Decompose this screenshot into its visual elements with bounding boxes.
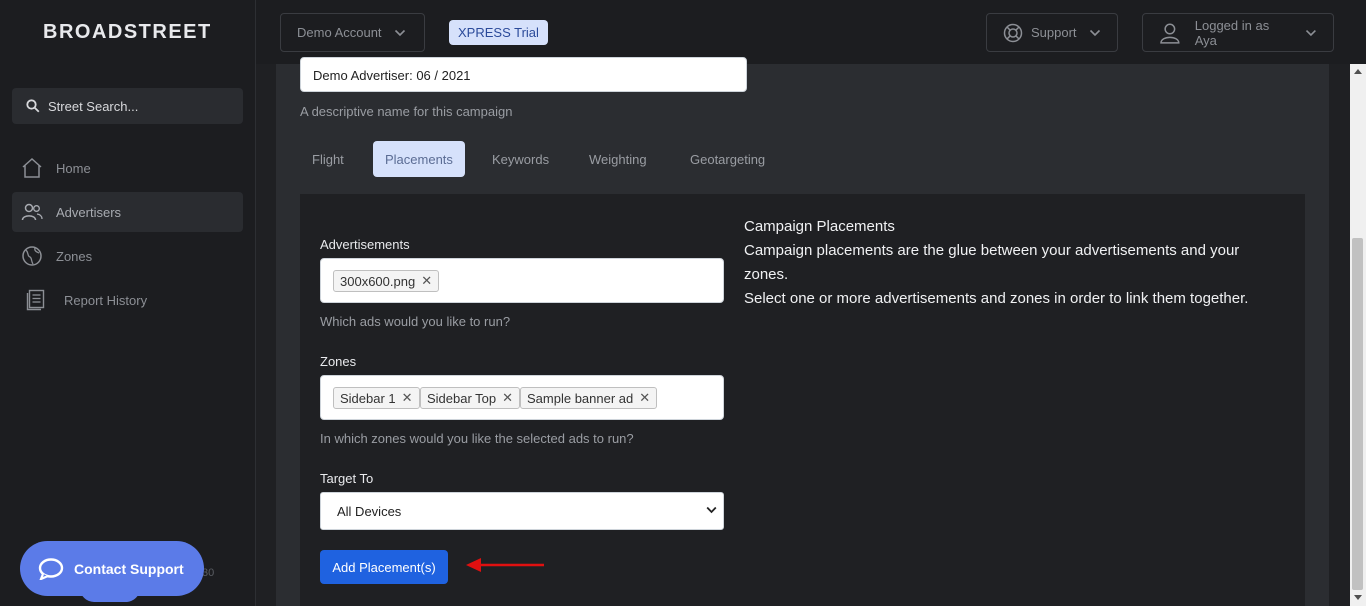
sidebar-item-zones[interactable]: Zones (12, 236, 243, 276)
street-search-input[interactable] (48, 98, 228, 114)
campaign-name-input[interactable]: Demo Advertiser: 06 / 2021 (300, 57, 747, 92)
sidebar-item-report-history[interactable]: Report History (12, 280, 243, 320)
chevron-down-icon (394, 29, 405, 36)
report-icon (24, 288, 48, 312)
sidebar-item-label: Zones (56, 248, 93, 264)
tab-flight[interactable]: Flight (300, 141, 356, 177)
sidebar-item-label: Advertisers (56, 204, 122, 220)
remove-tag-icon[interactable]: ✕ (421, 273, 432, 289)
zone-tag: Sidebar 1 ✕ (333, 387, 420, 409)
sidebar-item-home[interactable]: Home (12, 148, 243, 188)
home-icon (20, 156, 44, 180)
zone-tag-label: Sample banner ad (527, 390, 634, 406)
sidebar-item-label: Report History (64, 292, 148, 308)
street-search[interactable] (12, 88, 243, 124)
advertisements-label: Advertisements (320, 237, 410, 252)
tab-geotargeting[interactable]: Geotargeting (678, 141, 777, 177)
chevron-down-icon (706, 506, 717, 514)
placements-info-line2: Select one or more advertisements and zo… (744, 290, 1249, 307)
trial-badge: XPRESS Trial (449, 20, 548, 45)
zones-help: In which zones would you like the select… (320, 431, 634, 446)
zone-tag: Sidebar Top ✕ (420, 387, 521, 409)
placements-info-title: Campaign Placements (744, 218, 895, 235)
lifebuoy-icon (1003, 23, 1023, 42)
scrollbar-thumb[interactable] (1352, 238, 1363, 590)
zone-tag: Sample banner ad ✕ (520, 387, 658, 409)
ad-tag: 300x600.png ✕ (333, 270, 440, 292)
scroll-up-icon[interactable] (1353, 67, 1363, 75)
chevron-down-icon (1306, 29, 1317, 36)
account-dropdown[interactable]: Demo Account (280, 13, 425, 52)
remove-tag-icon[interactable]: ✕ (502, 390, 513, 406)
placements-info-line1: Campaign placements are the glue between… (744, 242, 1240, 283)
search-icon (26, 99, 40, 113)
advertisements-input[interactable]: 300x600.png ✕ (320, 258, 724, 303)
remove-tag-icon[interactable]: ✕ (639, 390, 650, 406)
target-to-value: All Devices (337, 503, 402, 519)
support-label: Support (1031, 25, 1077, 40)
tab-keywords[interactable]: Keywords (480, 141, 561, 177)
globe-icon (20, 244, 44, 268)
zone-tag-label: Sidebar Top (427, 390, 497, 406)
brand-logo[interactable]: BROADSTREET (43, 21, 212, 44)
user-label: Logged in as Aya (1194, 17, 1270, 48)
sidebar-item-advertisers[interactable]: Advertisers (12, 192, 243, 232)
target-to-label: Target To (320, 471, 374, 486)
zone-tag-label: Sidebar 1 (340, 390, 396, 406)
tab-placements[interactable]: Placements (373, 141, 465, 177)
chat-bubble-icon (38, 557, 64, 580)
contact-support-button[interactable]: Contact Support (20, 541, 204, 596)
target-to-select[interactable]: All Devices (320, 492, 724, 530)
annotation-arrow-icon (466, 558, 544, 572)
campaign-name-help: A descriptive name for this campaign (300, 104, 513, 119)
advertisements-help: Which ads would you like to run? (320, 314, 511, 329)
ad-tag-label: 300x600.png (340, 273, 416, 289)
sidebar: BROADSTREET Home Advertisers Zones Repor… (0, 0, 256, 606)
chevron-down-icon (1089, 29, 1100, 36)
scroll-down-icon[interactable] (1353, 594, 1363, 602)
tab-weighting[interactable]: Weighting (577, 141, 659, 177)
account-label: Demo Account (297, 25, 382, 40)
zones-input[interactable]: Sidebar 1 ✕ Sidebar Top ✕ Sample banner ad… (320, 375, 724, 420)
users-icon (20, 200, 44, 224)
support-dropdown[interactable]: Support (986, 13, 1118, 52)
user-dropdown[interactable]: Logged in as Aya (1142, 13, 1334, 52)
remove-tag-icon[interactable]: ✕ (402, 390, 413, 406)
sidebar-item-label: Home (56, 160, 91, 176)
add-placements-button[interactable]: Add Placement(s) (320, 550, 448, 584)
user-icon (1160, 23, 1180, 44)
contact-support-label: Contact Support (74, 560, 184, 577)
zones-label: Zones (320, 354, 357, 369)
